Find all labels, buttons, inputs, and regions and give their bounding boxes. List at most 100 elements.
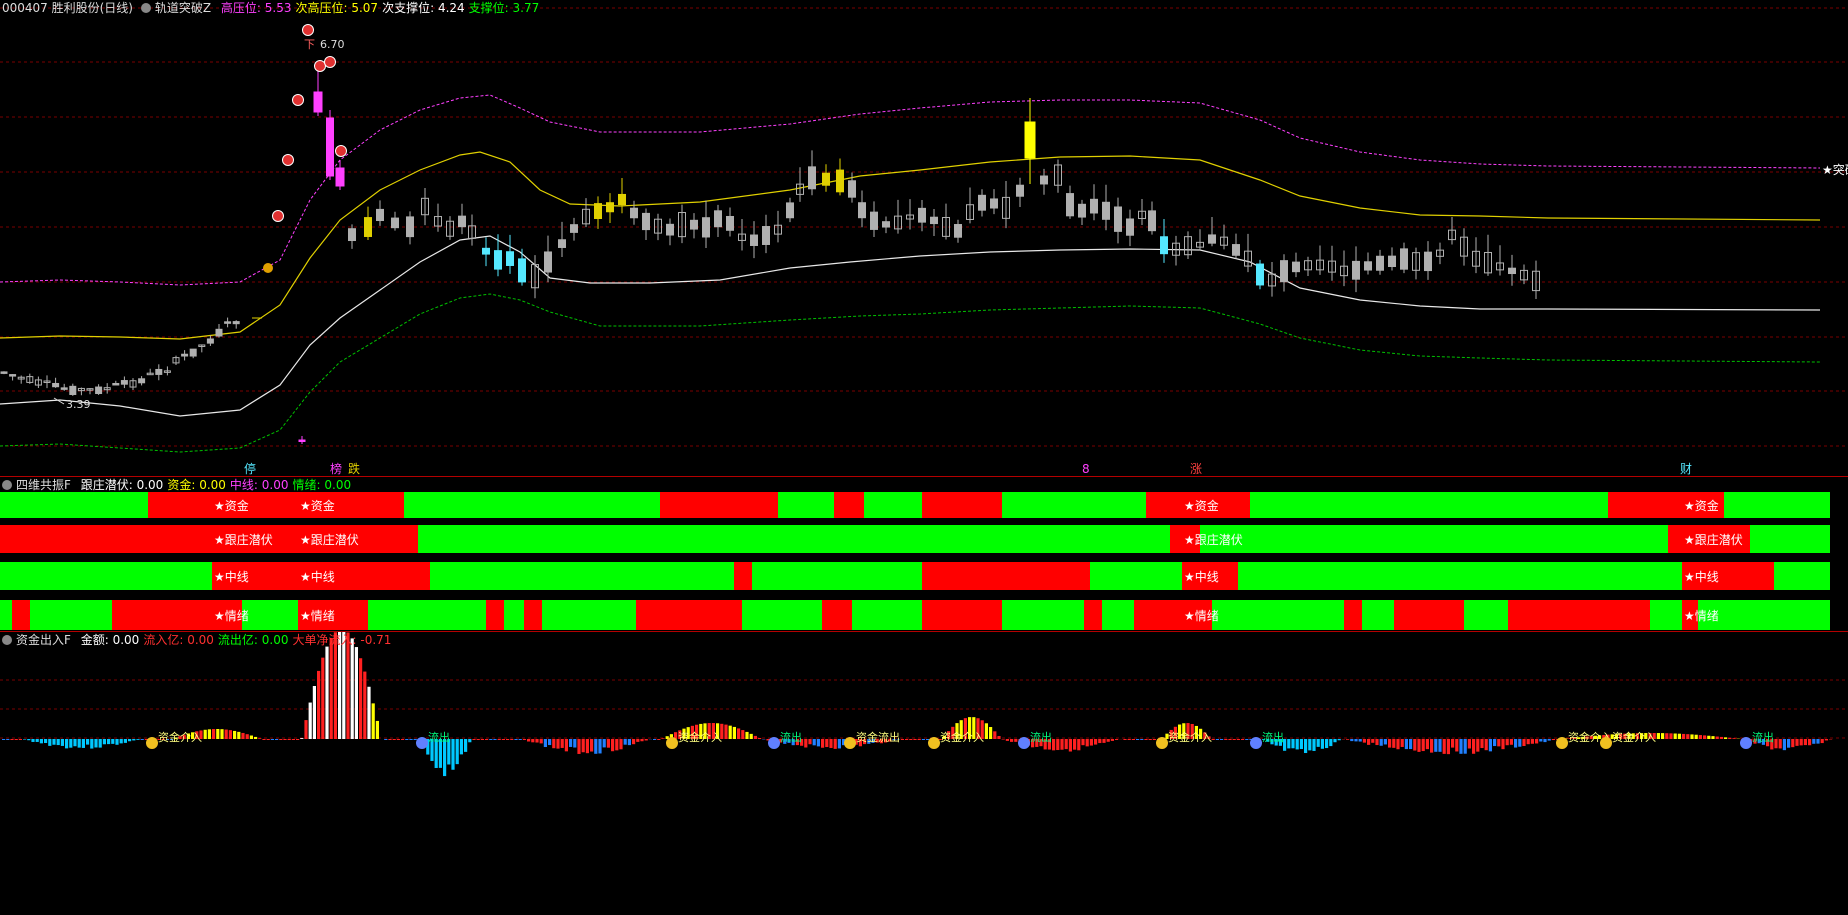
- smile-face-icon: [844, 737, 856, 749]
- flow-bar: [119, 739, 123, 744]
- flow-bar: [1152, 739, 1156, 740]
- flow-bar: [594, 739, 598, 754]
- flow-label: 资金介入: [678, 730, 722, 744]
- flow-bar: [1354, 739, 1358, 742]
- flow-bar: [1388, 739, 1392, 748]
- collapse-icon[interactable]: [2, 480, 12, 490]
- flow-bar: [1396, 739, 1400, 750]
- resonance-label: ★跟庄潜伏: [1184, 532, 1243, 547]
- resonance-segment: [430, 562, 734, 590]
- flow-bar: [1484, 739, 1488, 751]
- flow-bar: [291, 739, 295, 740]
- flow-bar: [1215, 739, 1219, 740]
- resonance-segment: [418, 525, 1170, 553]
- candle-body: [376, 208, 384, 222]
- readout-value-1: 0.00: [183, 633, 214, 647]
- flow-bar: [321, 657, 325, 739]
- flow-bar: [1316, 739, 1320, 747]
- flow-bar: [543, 739, 547, 748]
- candle-body: [313, 91, 323, 113]
- flow-bar: [808, 739, 812, 745]
- flow-bar: [1711, 736, 1715, 739]
- flow-bar: [464, 739, 468, 752]
- resonance-segment: [1362, 600, 1394, 630]
- flow-bar: [1232, 739, 1236, 740]
- flow-bar: [354, 647, 358, 739]
- readout-3: 支撑位:: [468, 1, 509, 15]
- flow-bar: [493, 739, 497, 740]
- indicator-name: 资金出入F: [16, 633, 71, 647]
- signal-ball-icon: [324, 56, 336, 68]
- resonance-segment: [1724, 492, 1830, 518]
- candle-body: [726, 215, 734, 231]
- flow-bar: [1787, 739, 1791, 748]
- resonance-panel: ★资金 ★资金 ★资金 ★资金 ★跟庄潜伏 ★跟庄潜伏 ★跟庄潜伏 ★跟庄潜伏 ★中线 ★中线 ★中…: [0, 477, 1848, 631]
- flow-bar: [1005, 739, 1009, 741]
- candle-body: [494, 250, 502, 270]
- flow-bar: [539, 739, 543, 744]
- flow-label: 流出: [780, 730, 802, 744]
- flow-bar: [1312, 739, 1316, 751]
- flow-bar: [241, 732, 245, 739]
- flow-bar: [1501, 739, 1505, 750]
- flow-bar: [598, 739, 602, 754]
- readout-value-0: 5.53: [260, 1, 292, 15]
- flow-bar: [203, 729, 207, 739]
- resonance-segment: [0, 600, 12, 630]
- flow-bar: [724, 724, 728, 739]
- signal-ball-icon: [335, 145, 347, 157]
- resonance-segment: [148, 492, 404, 518]
- flow-bar: [1493, 739, 1497, 747]
- flow-bar: [1551, 739, 1555, 741]
- resonance-segment: [0, 492, 148, 518]
- resonance-label: ★中线: [300, 569, 335, 584]
- flow-bar: [611, 739, 615, 752]
- resonance-segment: [1508, 600, 1650, 630]
- flow-bar: [514, 739, 518, 740]
- flow-bar: [1383, 739, 1387, 745]
- resonance-segment: [524, 600, 542, 630]
- sub-high-pressure-band: [0, 151, 1821, 340]
- flow-bar: [1812, 739, 1816, 744]
- readout-value-2: 0.00: [257, 633, 289, 647]
- price-low-label: 3.39: [66, 398, 91, 411]
- flow-bar: [459, 739, 463, 755]
- flow-bar: [921, 739, 925, 740]
- flow-bar: [993, 731, 997, 739]
- resonance-segment: [1344, 600, 1362, 630]
- resonance-segment: [822, 600, 852, 630]
- sub-support-band: [0, 235, 1821, 417]
- flow-bar: [1224, 739, 1228, 740]
- candle-body: [544, 251, 552, 273]
- flow-bar: [304, 720, 308, 739]
- readout-2: 次支撑位:: [382, 1, 435, 15]
- flow-bar: [65, 739, 69, 749]
- candle-body: [206, 338, 214, 344]
- flow-bar: [212, 729, 216, 739]
- flow-bar: [661, 738, 665, 739]
- flow-bar: [216, 729, 220, 739]
- resonance-label: ★资金: [1184, 498, 1219, 513]
- candle-body: [558, 239, 566, 248]
- flow-bar: [1236, 739, 1240, 740]
- collapse-icon[interactable]: [140, 3, 151, 13]
- flow-bar: [1497, 739, 1501, 747]
- candle-body: [138, 378, 146, 384]
- readout-value-3: 0.00: [320, 478, 352, 492]
- resonance-segment: [1650, 600, 1682, 630]
- resonance-segment: [922, 562, 1090, 590]
- flow-bar: [552, 739, 556, 749]
- collapse-icon[interactable]: [2, 635, 12, 645]
- resonance-segment: [242, 600, 298, 630]
- flow-bar: [1228, 739, 1232, 740]
- flow-bar: [476, 739, 480, 740]
- smile-face-icon: [1156, 737, 1168, 749]
- resonance-segment: [1238, 562, 1682, 590]
- flow-bar: [1719, 736, 1723, 739]
- flow-bar: [371, 703, 375, 739]
- flow-bar: [262, 739, 266, 740]
- resonance-segment: [922, 600, 1002, 630]
- flow-bar: [1816, 739, 1820, 744]
- resonance-segment: [636, 600, 742, 630]
- flow-bar: [325, 646, 329, 739]
